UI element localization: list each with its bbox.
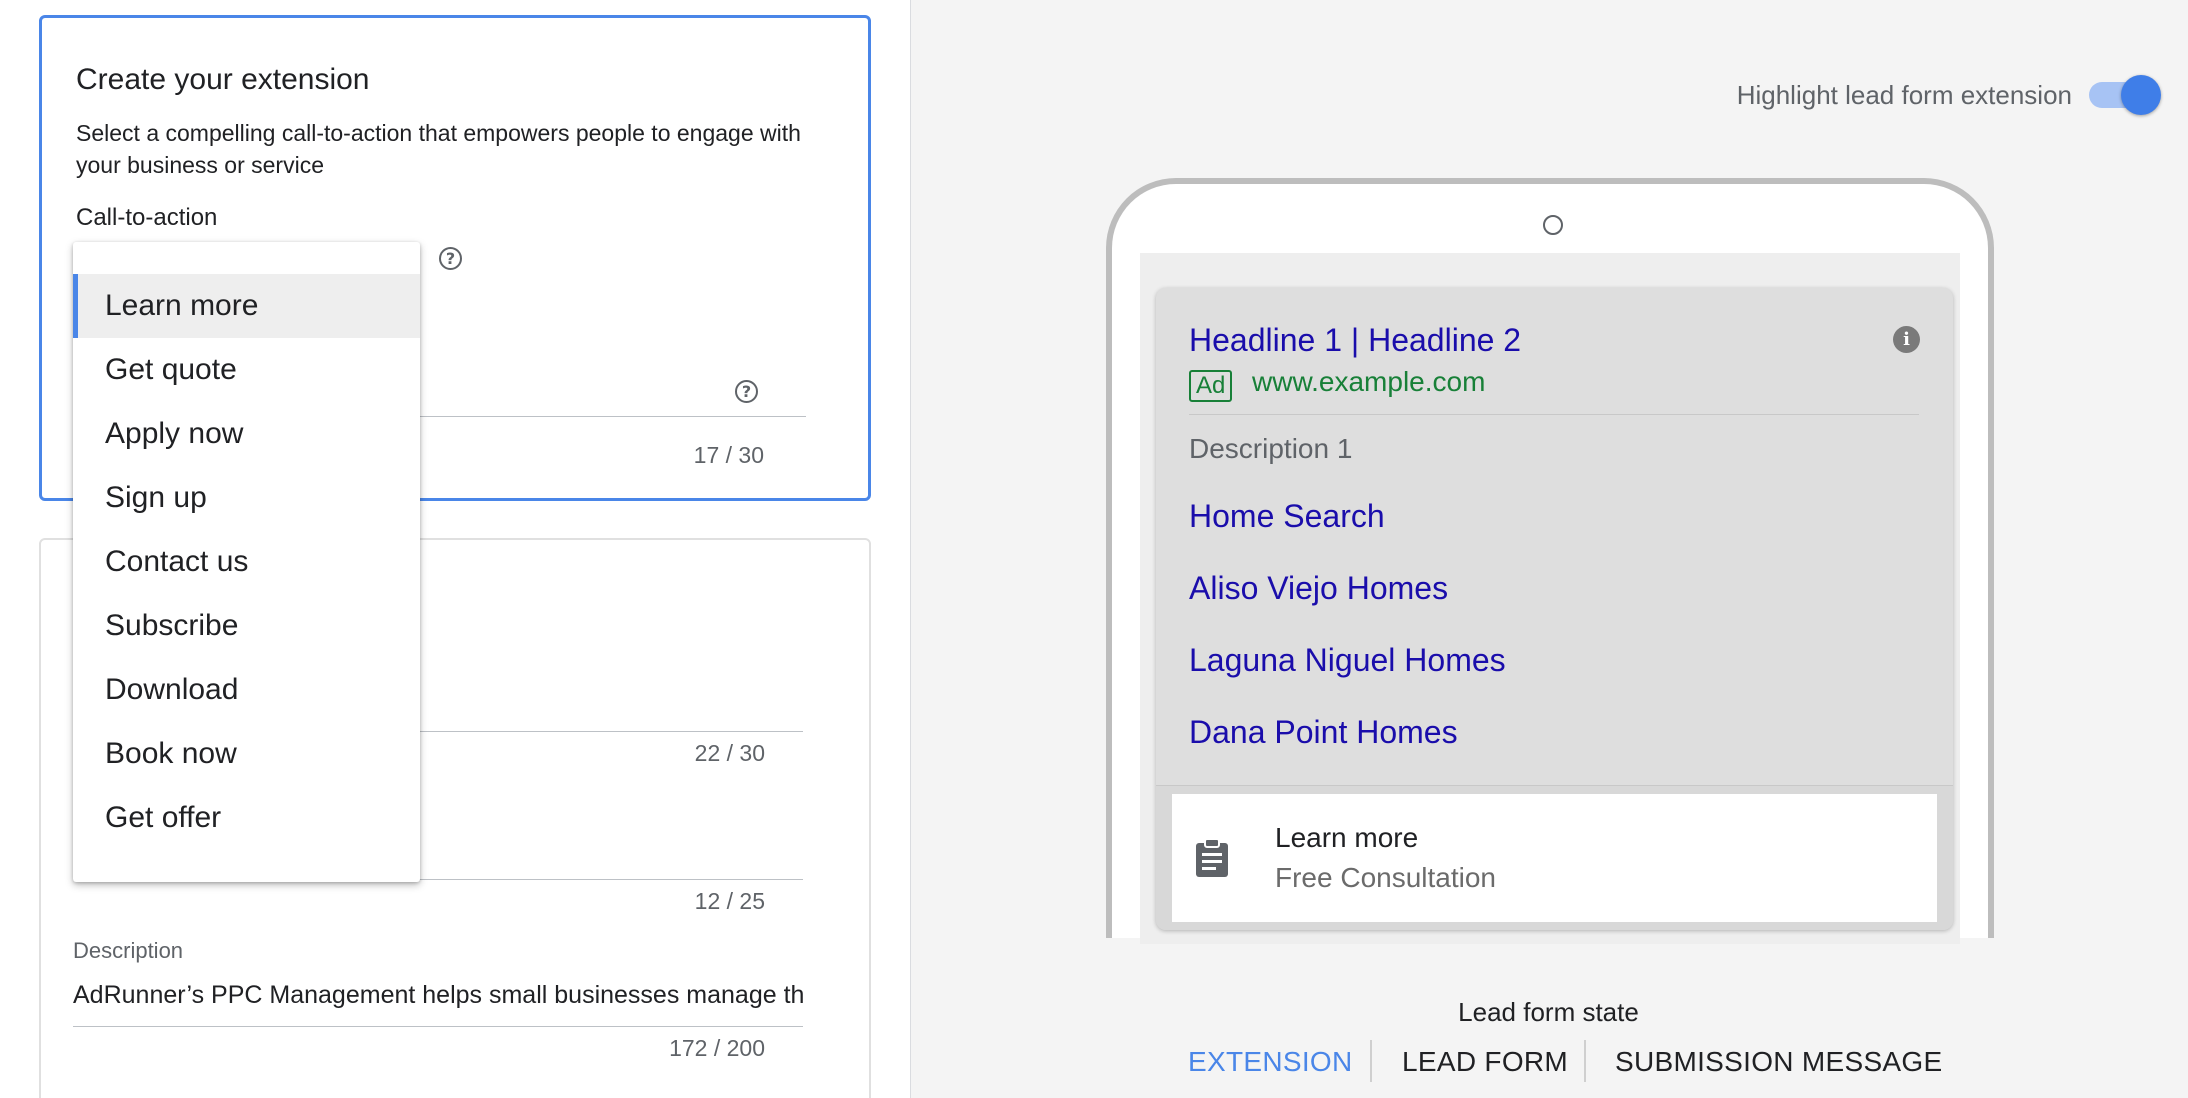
ad-description: Description 1 [1189, 433, 1353, 464]
sitelink[interactable]: Aliso Viejo Homes [1189, 570, 1448, 607]
description-input[interactable]: AdRunner’s PPC Management helps small bu… [73, 981, 805, 1010]
lead-form-extension[interactable]: Learn more Free Consultation [1172, 794, 1937, 922]
dropdown-option-sign-up[interactable]: Sign up [73, 466, 420, 530]
input-underline [73, 1026, 803, 1027]
phone-frame: Headline 1 | Headline 2 i Ad www.example… [1106, 178, 1994, 944]
highlight-lead-form-toggle[interactable] [2089, 75, 2161, 115]
ad-display-url: www.example.com [1252, 366, 1486, 397]
sitelink[interactable]: Laguna Niguel Homes [1189, 642, 1506, 679]
help-icon[interactable]: ? [439, 247, 462, 270]
character-counter: 17 / 30 [693, 442, 764, 468]
sitelink[interactable]: Dana Point Homes [1189, 714, 1458, 751]
lead-form-cta: Learn more [1275, 822, 1419, 853]
dropdown-option-get-quote[interactable]: Get quote [73, 338, 420, 402]
tab-submission-message[interactable]: SUBMISSION MESSAGE [1615, 1046, 1942, 1078]
help-icon[interactable]: ? [735, 380, 758, 403]
description-label: Description [73, 938, 184, 963]
character-counter: 172 / 200 [669, 1035, 765, 1061]
ad-headline[interactable]: Headline 1 | Headline 2 [1189, 322, 1521, 359]
lead-form-extension-bar: Learn more Free Consultation [1156, 785, 1953, 930]
ad-preview-card: Headline 1 | Headline 2 i Ad www.example… [1156, 288, 1953, 930]
dropdown-option-apply-now[interactable]: Apply now [73, 402, 420, 466]
tab-separator [1584, 1040, 1586, 1082]
divider [1189, 414, 1919, 415]
call-to-action-label: Call-to-action [76, 204, 218, 231]
card-title: Create your extension [76, 63, 370, 96]
dropdown-option-get-offer[interactable]: Get offer [73, 786, 420, 850]
tab-lead-form[interactable]: LEAD FORM [1402, 1046, 1568, 1078]
clipboard-icon [1196, 838, 1228, 877]
card-subtitle: Select a compelling call-to-action that … [76, 120, 801, 178]
tab-separator [1370, 1040, 1372, 1082]
camera-icon [1543, 215, 1563, 235]
dropdown-option-contact-us[interactable]: Contact us [73, 530, 420, 594]
info-icon[interactable]: i [1893, 326, 1920, 353]
toggle-knob[interactable] [2121, 75, 2161, 115]
dropdown-option-subscribe[interactable]: Subscribe [73, 594, 420, 658]
highlight-toggle-label: Highlight lead form extension [1736, 80, 2072, 110]
character-counter: 22 / 30 [694, 740, 765, 766]
lead-form-description: Free Consultation [1275, 862, 1497, 893]
sitelink[interactable]: Home Search [1189, 498, 1385, 535]
left-panel: Create your extension Select a compellin… [0, 0, 911, 1098]
tab-extension[interactable]: EXTENSION [1188, 1046, 1353, 1078]
lead-form-state-label: Lead form state [1458, 997, 1639, 1027]
character-counter: 12 / 25 [694, 888, 765, 914]
preview-panel: Highlight lead form extension Headline 1… [911, 0, 2188, 1098]
dropdown-option-book-now[interactable]: Book now [73, 722, 420, 786]
call-to-action-dropdown[interactable]: Learn more Get quote Apply now Sign up C… [73, 242, 420, 882]
ad-badge: Ad [1189, 370, 1233, 402]
dropdown-option-learn-more[interactable]: Learn more [73, 274, 420, 338]
phone-screen: Headline 1 | Headline 2 i Ad www.example… [1140, 253, 1960, 944]
dropdown-option-download[interactable]: Download [73, 658, 420, 722]
